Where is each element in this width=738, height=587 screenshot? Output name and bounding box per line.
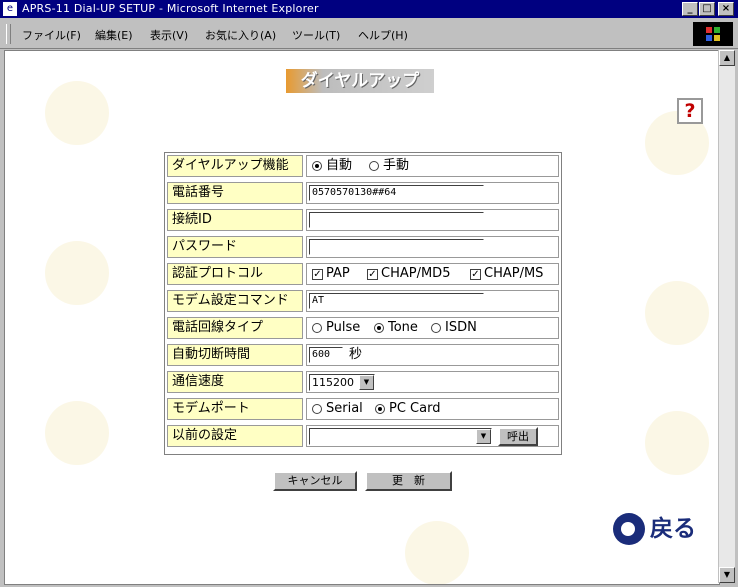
modem-command-input[interactable]: AT (309, 293, 484, 309)
cancel-button[interactable]: キャンセル (273, 471, 357, 491)
chap-ms-label: CHAP/MS (484, 266, 544, 281)
auth-protocol-label: 認証プロトコル (167, 263, 303, 285)
modem-command-label: モデム設定コマンド (167, 290, 303, 312)
password-input[interactable] (309, 239, 484, 255)
pulse-radio[interactable] (312, 323, 322, 333)
row-auto-disconnect: 自動切断時間 600 秒 (165, 342, 561, 369)
pap-checkbox[interactable]: ✓ (312, 269, 323, 280)
line-type-label: 電話回線タイプ (167, 317, 303, 339)
windows-flag-icon (706, 27, 720, 41)
menu-bar: ファイル(F) 編集(E) 表示(V) お気に入り(A) ツール(T) ヘルプ(… (0, 20, 738, 49)
serial-label: Serial (326, 401, 363, 416)
row-speed: 通信速度 115200 ▼ (165, 369, 561, 396)
background-decoration (45, 81, 109, 145)
password-label: パスワード (167, 236, 303, 258)
background-decoration (45, 401, 109, 465)
call-button[interactable]: 呼出 (498, 427, 538, 446)
dialup-settings-form: ダイヤルアップ機能 自動 手動 電話番号 0570570130##64 接続ID… (164, 152, 562, 455)
pc-card-label: PC Card (389, 401, 441, 416)
windows-logo-icon (693, 22, 733, 46)
row-modem-port: モデムポート Serial PC Card (165, 396, 561, 423)
auto-disconnect-input[interactable]: 600 (309, 347, 343, 363)
page-title: ダイヤルアップ (286, 69, 434, 93)
background-decoration (405, 521, 469, 584)
scroll-up-arrow-icon[interactable]: ▲ (719, 50, 735, 66)
dialup-auto-radio[interactable] (312, 161, 322, 171)
row-phone-number: 電話番号 0570570130##64 (165, 180, 561, 207)
vertical-scrollbar[interactable]: ▲ ▼ (718, 50, 735, 583)
close-button[interactable]: × (718, 2, 734, 16)
isdn-label: ISDN (445, 320, 477, 335)
menu-edit[interactable]: 編集(E) (95, 27, 133, 43)
toolbar-grip[interactable] (6, 24, 11, 44)
background-decoration (45, 241, 109, 305)
scroll-down-arrow-icon[interactable]: ▼ (719, 567, 735, 583)
menu-tools[interactable]: ツール(T) (292, 27, 340, 43)
page-content: ダイヤルアップ ? ダイヤルアップ機能 自動 手動 電話番号 057057013… (4, 50, 720, 585)
chap-ms-checkbox[interactable]: ✓ (470, 269, 481, 280)
update-button[interactable]: 更 新 (365, 471, 452, 491)
row-login-id: 接続ID (165, 207, 561, 234)
pc-card-radio[interactable] (375, 404, 385, 414)
pulse-label: Pulse (326, 320, 361, 335)
minimize-button[interactable]: _ (682, 2, 698, 16)
background-decoration (645, 281, 709, 345)
row-dialup-function: ダイヤルアップ機能 自動 手動 (165, 153, 561, 180)
back-link[interactable]: 戻る (613, 511, 703, 547)
speed-select[interactable]: 115200 ▼ (309, 374, 375, 391)
row-previous-settings: 以前の設定 ▼ 呼出 (165, 423, 561, 450)
window-title: APRS-11 Dial-UP SETUP - Microsoft Intern… (22, 2, 319, 15)
help-icon[interactable]: ? (677, 98, 703, 124)
background-decoration (645, 411, 709, 475)
phone-number-input[interactable]: 0570570130##64 (309, 185, 484, 201)
title-bar: e APRS-11 Dial-UP SETUP - Microsoft Inte… (0, 0, 738, 18)
modem-port-label: モデムポート (167, 398, 303, 420)
login-id-input[interactable] (309, 212, 484, 228)
previous-settings-label: 以前の設定 (167, 425, 303, 447)
menu-help[interactable]: ヘルプ(H) (358, 27, 408, 43)
back-label: 戻る (650, 516, 696, 542)
speed-label: 通信速度 (167, 371, 303, 393)
dialup-auto-label: 自動 (326, 158, 353, 173)
previous-settings-select[interactable]: ▼ (309, 428, 492, 445)
chevron-down-icon[interactable]: ▼ (359, 375, 374, 390)
login-id-label: 接続ID (167, 209, 303, 231)
dialup-function-label: ダイヤルアップ機能 (167, 155, 303, 177)
row-password: パスワード (165, 234, 561, 261)
pap-label: PAP (326, 266, 350, 281)
tone-label: Tone (388, 320, 418, 335)
row-line-type: 電話回線タイプ Pulse Tone ISDN (165, 315, 561, 342)
maximize-button[interactable]: □ (699, 2, 715, 16)
seconds-unit: 秒 (349, 347, 363, 362)
phone-number-label: 電話番号 (167, 182, 303, 204)
menu-favorites[interactable]: お気に入り(A) (205, 27, 276, 43)
row-modem-command: モデム設定コマンド AT (165, 288, 561, 315)
tone-radio[interactable] (374, 323, 384, 333)
dialup-manual-radio[interactable] (369, 161, 379, 171)
isdn-radio[interactable] (431, 323, 441, 333)
speed-value: 115200 (312, 376, 354, 389)
chevron-down-icon[interactable]: ▼ (476, 429, 491, 444)
menu-file[interactable]: ファイル(F) (22, 27, 81, 43)
menu-view[interactable]: 表示(V) (150, 27, 188, 43)
back-arrow-icon (613, 513, 645, 545)
chap-md5-checkbox[interactable]: ✓ (367, 269, 378, 280)
row-auth-protocol: 認証プロトコル ✓ PAP ✓ CHAP/MD5 ✓ CHAP/MS (165, 261, 561, 288)
ie-icon[interactable]: e (3, 2, 17, 16)
dialup-manual-label: 手動 (383, 158, 410, 173)
serial-radio[interactable] (312, 404, 322, 414)
auto-disconnect-label: 自動切断時間 (167, 344, 303, 366)
chap-md5-label: CHAP/MD5 (381, 266, 451, 281)
